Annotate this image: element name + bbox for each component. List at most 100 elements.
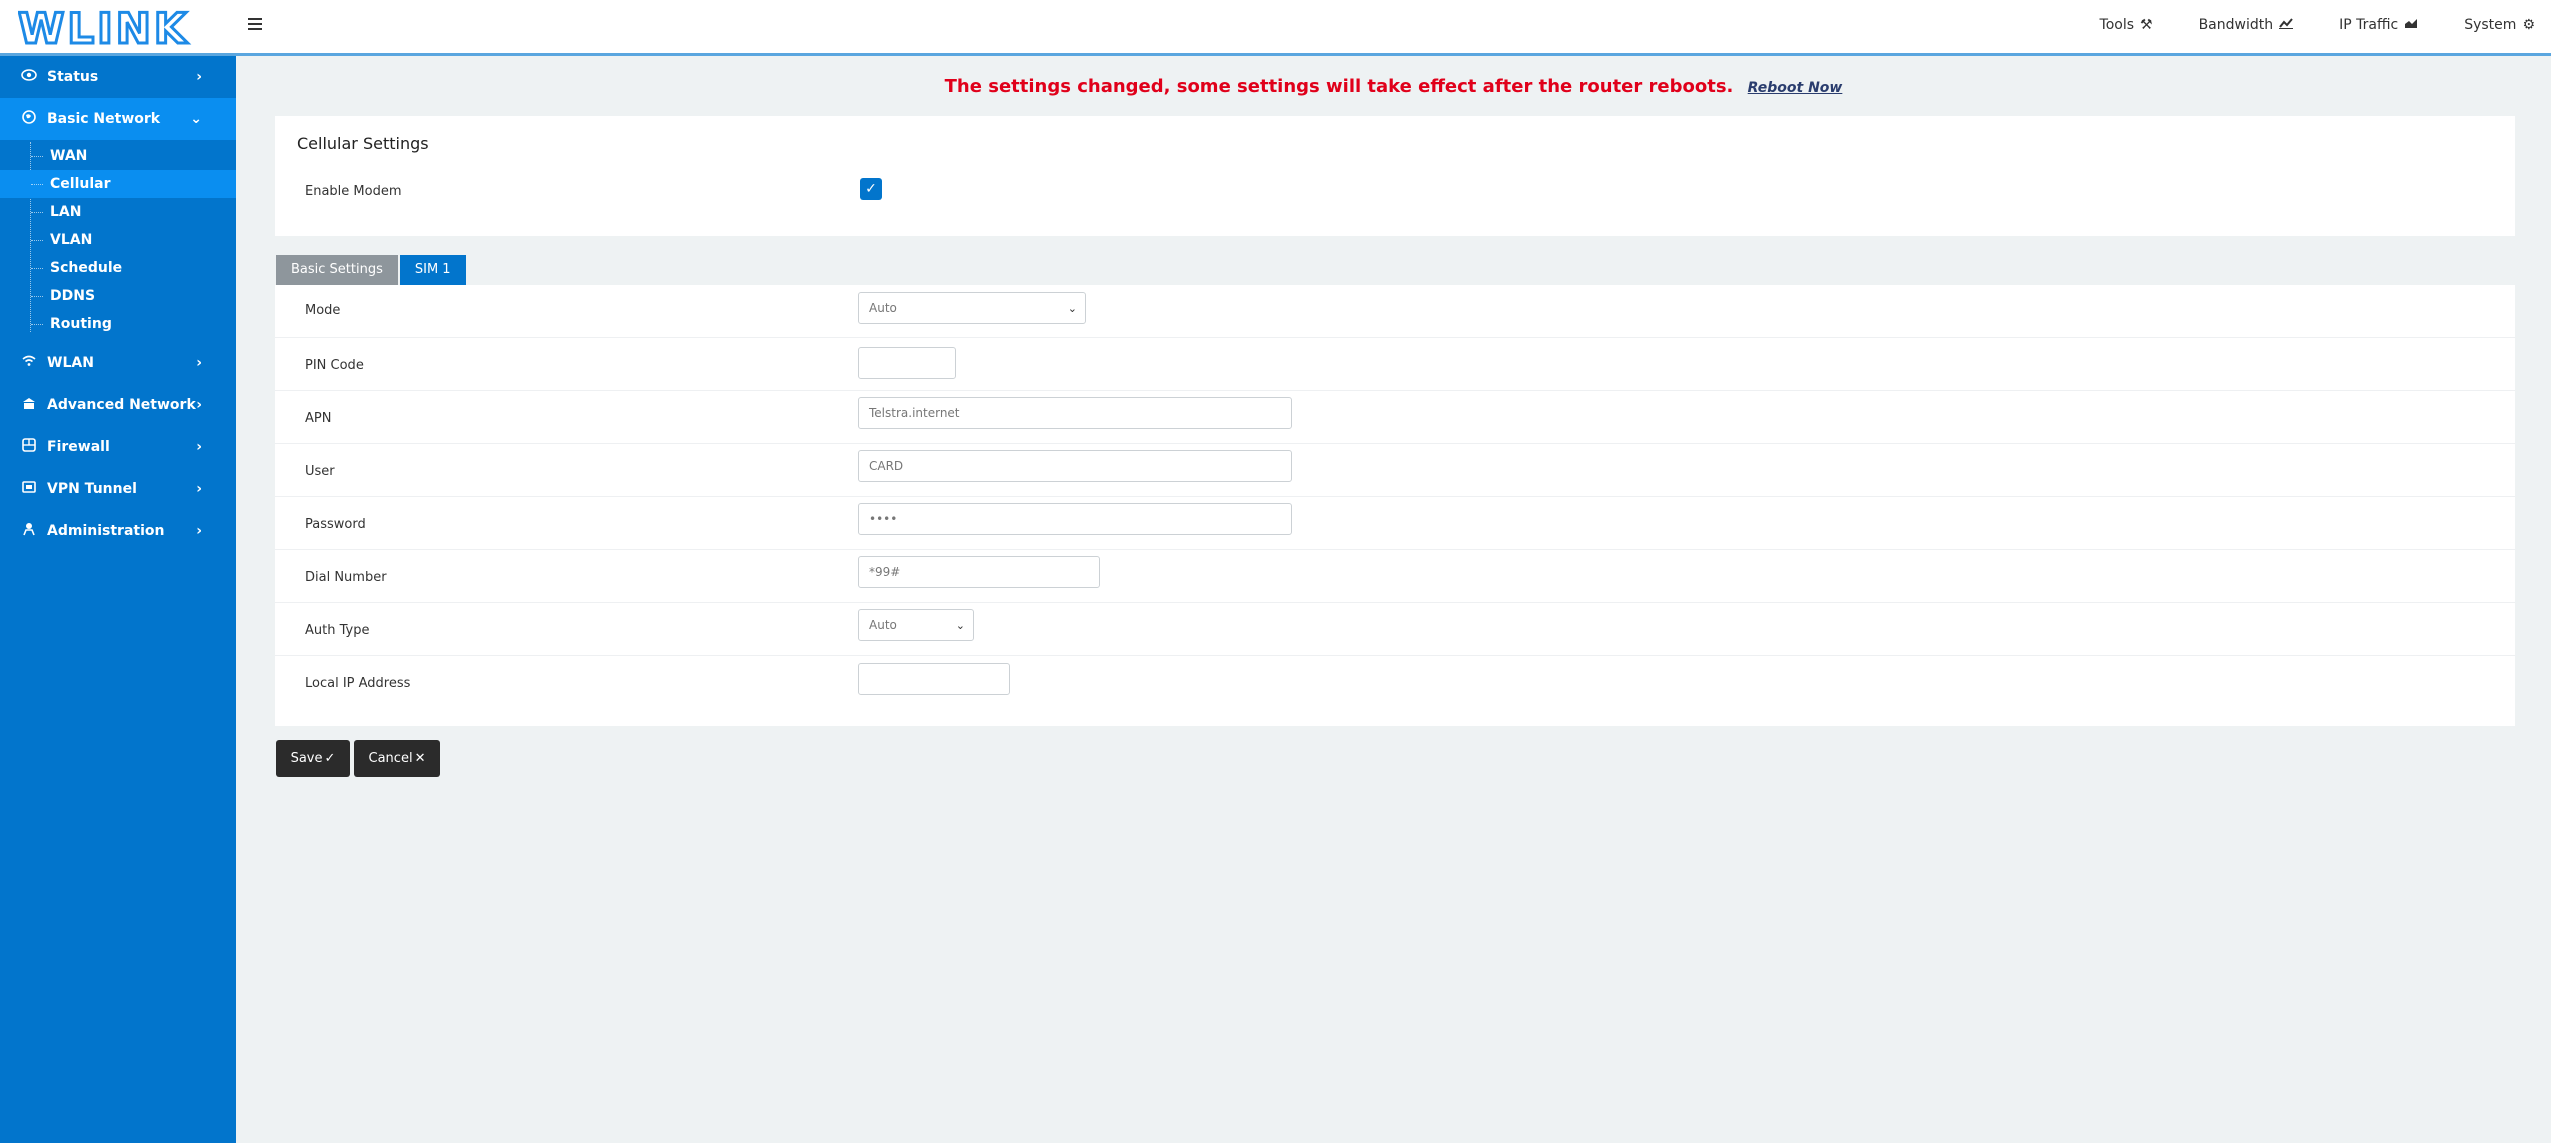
chevron-down-icon: ⌄ — [955, 619, 965, 632]
sidebar-item-advanced-network[interactable]: Advanced Network › — [0, 384, 236, 426]
password-value: •••• — [869, 512, 898, 526]
cancel-label: Cancel — [368, 751, 413, 766]
sidebar-subitem-lan[interactable]: LAN — [0, 198, 236, 226]
enable-modem-label: Enable Modem — [305, 184, 402, 199]
form-row-password: Password •••• — [275, 497, 2515, 550]
menu-toggle-icon[interactable] — [248, 18, 262, 32]
vpn-icon — [20, 481, 38, 497]
svg-text:WLINK: WLINK — [18, 8, 189, 48]
top-header: WLINK Tools ⚒ Bandwidth IP Traffic Syste… — [0, 0, 2551, 56]
dial-number-value: *99# — [869, 565, 901, 579]
chevron-right-icon: › — [196, 69, 202, 85]
local-ip-label: Local IP Address — [305, 676, 411, 691]
pin-code-label: PIN Code — [305, 358, 364, 373]
sidebar-item-status[interactable]: Status › — [0, 56, 236, 98]
sidebar-subitem-cellular[interactable]: Cellular — [0, 170, 236, 198]
sidebar-item-label: WLAN — [47, 355, 94, 371]
apn-input[interactable]: Telstra.internet — [858, 397, 1292, 429]
mode-value: Auto — [869, 301, 897, 315]
apn-value: Telstra.internet — [869, 406, 960, 420]
sim-settings-form: Mode Auto ⌄ PIN Code APN Telstra.interne… — [275, 285, 2515, 726]
chart-line-icon — [2279, 17, 2294, 33]
mode-label: Mode — [305, 303, 341, 318]
chevron-right-icon: › — [196, 355, 202, 371]
user-input[interactable]: CARD — [858, 450, 1292, 482]
chevron-right-icon: › — [196, 397, 202, 413]
sidebar-subitem-wan[interactable]: WAN — [0, 142, 236, 170]
form-row-local-ip: Local IP Address — [275, 656, 2515, 709]
globe-icon — [20, 110, 38, 128]
form-row-user: User CARD — [275, 444, 2515, 497]
eye-icon — [20, 69, 38, 85]
chevron-down-icon: ⌄ — [1067, 302, 1077, 315]
top-nav-system[interactable]: System ⚙ — [2464, 17, 2535, 33]
sidebar-item-label: VPN Tunnel — [47, 481, 137, 497]
mode-select[interactable]: Auto ⌄ — [858, 292, 1086, 324]
sidebar-item-vpn-tunnel[interactable]: VPN Tunnel › — [0, 468, 236, 510]
form-row-mode: Mode Auto ⌄ — [275, 285, 2515, 338]
sidebar-item-basic-network[interactable]: Basic Network ⌄ — [0, 98, 236, 140]
top-nav-label: Bandwidth — [2198, 17, 2274, 33]
local-ip-input[interactable] — [858, 663, 1010, 695]
sidebar: Status › Basic Network ⌄ WAN Cellular LA… — [0, 56, 236, 1143]
check-icon: ✓ — [865, 181, 877, 197]
tab-basic-settings[interactable]: Basic Settings — [276, 255, 398, 285]
sidebar-item-label: Basic Network — [47, 111, 161, 127]
cellular-settings-card: Cellular Settings Enable Modem ✓ — [275, 116, 2515, 236]
close-icon: ✕ — [414, 751, 426, 766]
top-nav-label: Tools — [2099, 17, 2135, 33]
sidebar-item-firewall[interactable]: Firewall › — [0, 426, 236, 468]
auth-type-value: Auto — [869, 618, 897, 632]
sidebar-item-label: Firewall — [47, 439, 110, 455]
basic-network-submenu: WAN Cellular LAN VLAN Schedule DDNS Rout… — [0, 140, 236, 342]
sidebar-item-label: Administration — [47, 523, 165, 539]
top-nav: Tools ⚒ Bandwidth IP Traffic System ⚙ — [2054, 17, 2535, 33]
notice-message: The settings changed, some settings will… — [944, 76, 1734, 97]
chevron-right-icon: › — [196, 439, 202, 455]
sidebar-item-wlan[interactable]: WLAN › — [0, 342, 236, 384]
sidebar-item-administration[interactable]: Administration › — [0, 510, 236, 552]
top-nav-ip-traffic[interactable]: IP Traffic — [2339, 17, 2418, 33]
tab-sim-1[interactable]: SIM 1 — [399, 255, 466, 285]
dial-number-input[interactable]: *99# — [858, 556, 1100, 588]
top-nav-tools[interactable]: Tools ⚒ — [2100, 17, 2153, 33]
user-label: User — [305, 464, 335, 479]
auth-type-label: Auth Type — [305, 623, 370, 638]
tools-icon: ⚒ — [2140, 17, 2153, 33]
top-nav-bandwidth[interactable]: Bandwidth — [2199, 17, 2294, 33]
form-row-auth-type: Auth Type Auto ⌄ — [275, 603, 2515, 656]
form-row-apn: APN Telstra.internet — [275, 391, 2515, 444]
settings-tabs: Basic Settings SIM 1 — [276, 255, 466, 285]
sidebar-subitem-schedule[interactable]: Schedule — [0, 254, 236, 282]
auth-type-select[interactable]: Auto ⌄ — [858, 609, 974, 641]
password-label: Password — [305, 517, 366, 532]
form-row-dial-number: Dial Number *99# — [275, 550, 2515, 603]
gear-icon: ⚙ — [2522, 17, 2535, 33]
check-icon: ✓ — [324, 751, 336, 766]
form-row-pin: PIN Code — [275, 338, 2515, 391]
reboot-notice: The settings changed, some settings will… — [236, 76, 2551, 97]
cancel-button[interactable]: Cancel ✕ — [354, 740, 440, 777]
apn-label: APN — [305, 411, 332, 426]
chevron-down-icon: ⌄ — [190, 111, 202, 127]
card-title: Cellular Settings — [297, 134, 429, 153]
sidebar-subitem-vlan[interactable]: VLAN — [0, 226, 236, 254]
enable-modem-checkbox[interactable]: ✓ — [860, 178, 882, 200]
building-icon — [20, 397, 38, 414]
dial-number-label: Dial Number — [305, 570, 387, 585]
top-nav-label: System — [2464, 17, 2517, 33]
password-input[interactable]: •••• — [858, 503, 1292, 535]
save-button[interactable]: Save ✓ — [276, 740, 350, 777]
chevron-right-icon: › — [196, 523, 202, 539]
sidebar-item-label: Advanced Network — [47, 397, 196, 413]
reboot-now-link[interactable]: Reboot Now — [1748, 80, 1843, 96]
sidebar-subitem-ddns[interactable]: DDNS — [0, 282, 236, 310]
wlink-logo[interactable]: WLINK — [18, 8, 214, 48]
sidebar-item-label: Status — [47, 69, 99, 85]
wifi-icon — [20, 355, 38, 371]
firewall-icon — [20, 438, 38, 456]
pin-code-input[interactable] — [858, 347, 956, 379]
chevron-right-icon: › — [196, 481, 202, 497]
sidebar-subitem-routing[interactable]: Routing — [0, 310, 236, 338]
user-value: CARD — [869, 459, 904, 473]
